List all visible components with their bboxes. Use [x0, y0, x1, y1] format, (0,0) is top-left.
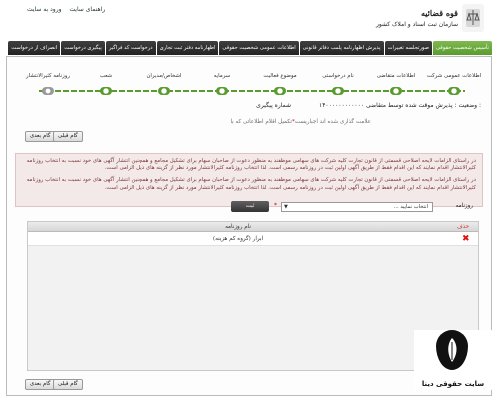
- step-dot-icon: [332, 87, 344, 95]
- next-step-button-bottom[interactable]: گام بعدی: [25, 379, 56, 390]
- tracking-row: وضعیت : پذیرش موقت شده توسط متقاضی ۱۴۰۰۰…: [256, 102, 481, 109]
- required-star: *: [274, 202, 277, 209]
- tracking-number: ۱۴۰۰۰۰۰۰۰۰۰۰۰۰: [318, 102, 365, 109]
- top-links: راهنمای سایت ورود به سایت: [24, 6, 108, 13]
- notice-paragraph: در راستای الزامات لایحه اصلاحی قسمتی از …: [26, 158, 476, 172]
- logo: قوه قضائیه سازمان ثبت اسناد و املاک کشور: [376, 4, 484, 36]
- header: راهنمای سایت ورود به سایت قوه قضائیه ساز…: [6, 0, 492, 40]
- site-guide-link[interactable]: راهنمای سایت: [69, 6, 105, 13]
- wizard-steps: اطلاعات عمومی شرکت اطلاعات متقاضی نام در…: [17, 73, 483, 99]
- newspaper-grid: نام روزنامه حذف ابرار (گروه کم هزینه) ✖: [27, 221, 479, 371]
- step-branches[interactable]: شعب: [77, 73, 135, 95]
- quill-logo-icon: [436, 330, 468, 370]
- main-tabbar: تأسیس شخصیت حقوقی صورتجلسه تغییرات پذیرش…: [6, 41, 492, 55]
- step-newspaper[interactable]: روزنامه کثیرالانتشار: [19, 73, 77, 95]
- step-dot-icon: [274, 87, 286, 95]
- step-general-info[interactable]: اطلاعات عمومی شرکت: [425, 73, 483, 95]
- judiciary-emblem-icon: [462, 4, 484, 32]
- step-dot-icon: [158, 87, 170, 95]
- logo-subtitle: سازمان ثبت اسناد و املاک کشور: [375, 21, 458, 28]
- step-applicant-info[interactable]: اطلاعات متقاضی: [367, 73, 425, 95]
- notice-paragraph: در راستای الزامات لایحه اصلاحی قسمتی از …: [26, 177, 476, 191]
- newspaper-select-row: روزنامه انتخاب نمایید ... ▼ * ثبت: [73, 201, 473, 213]
- step-dot-icon: [448, 87, 460, 95]
- chevron-down-icon: ▼: [284, 204, 288, 210]
- newspaper-select[interactable]: انتخاب نمایید ... ▼: [281, 202, 433, 212]
- newspaper-label: روزنامه: [455, 203, 473, 209]
- table-row: ابرار (گروه کم هزینه) ✖: [28, 232, 478, 246]
- step-capital[interactable]: سرمایه: [193, 73, 251, 95]
- tab-track-request[interactable]: پیگیری درخواست: [61, 41, 105, 55]
- next-step-button-top[interactable]: گام بعدی: [25, 131, 56, 142]
- watermark-text: سایت حقوقی دینا: [421, 380, 485, 388]
- step-requested-name[interactable]: نام درخواستی: [309, 73, 367, 95]
- tab-general-info[interactable]: اطلاعات عمومی شخصیت حقوقی: [219, 41, 299, 55]
- tab-universal-code[interactable]: درخواست کد فراگیر: [105, 41, 156, 55]
- logo-title: قوه قضائیه: [420, 8, 458, 18]
- notice-box: در راستای الزامات لایحه اصلاحی قسمتی از …: [15, 153, 483, 207]
- step-dot-icon: [100, 87, 112, 95]
- column-header-delete: حذف: [456, 224, 470, 230]
- required-hint: علامت گذاری شده اند اجباریست*تکمیل اقلام…: [230, 119, 371, 125]
- step-persons-managers[interactable]: اشخاص/مدیران: [135, 73, 193, 95]
- delete-icon[interactable]: ✖: [462, 235, 470, 244]
- tab-company-registration[interactable]: تأسیس شخصیت حقوقی: [432, 41, 492, 55]
- page: راهنمای سایت ورود به سایت قوه قضائیه ساز…: [6, 0, 492, 396]
- step-dot-icon: [216, 87, 228, 95]
- tab-commercial-ledger[interactable]: اظهارنامه دفتر ثبت تجاری: [156, 41, 219, 55]
- add-newspaper-button[interactable]: ثبت: [231, 201, 269, 212]
- prev-step-button-bottom[interactable]: گام قبلی: [53, 379, 83, 390]
- prev-step-button-top[interactable]: گام قبلی: [53, 131, 83, 142]
- grid-header: نام روزنامه حذف: [28, 222, 478, 232]
- login-link[interactable]: ورود به سایت: [27, 6, 61, 13]
- tab-change-minutes[interactable]: صورتجلسه تغییرات: [384, 41, 432, 55]
- step-activity[interactable]: موضوع فعالیت: [251, 73, 309, 95]
- newspaper-name-cell: ابرار (گروه کم هزینه): [212, 236, 264, 242]
- step-dot-icon: [390, 87, 402, 95]
- step-dot-current-icon: [42, 87, 54, 95]
- tab-ledger-seal[interactable]: پذیرش اظهارنامه پلمب دفاتر قانونی: [299, 41, 384, 55]
- column-header-name: نام روزنامه: [225, 224, 251, 230]
- site-watermark: سایت حقوقی دینا: [414, 330, 492, 390]
- tab-cancel-request[interactable]: انصراف از درخواست: [8, 41, 61, 55]
- status-text: وضعیت : پذیرش موقت شده توسط متقاضی: [366, 102, 478, 109]
